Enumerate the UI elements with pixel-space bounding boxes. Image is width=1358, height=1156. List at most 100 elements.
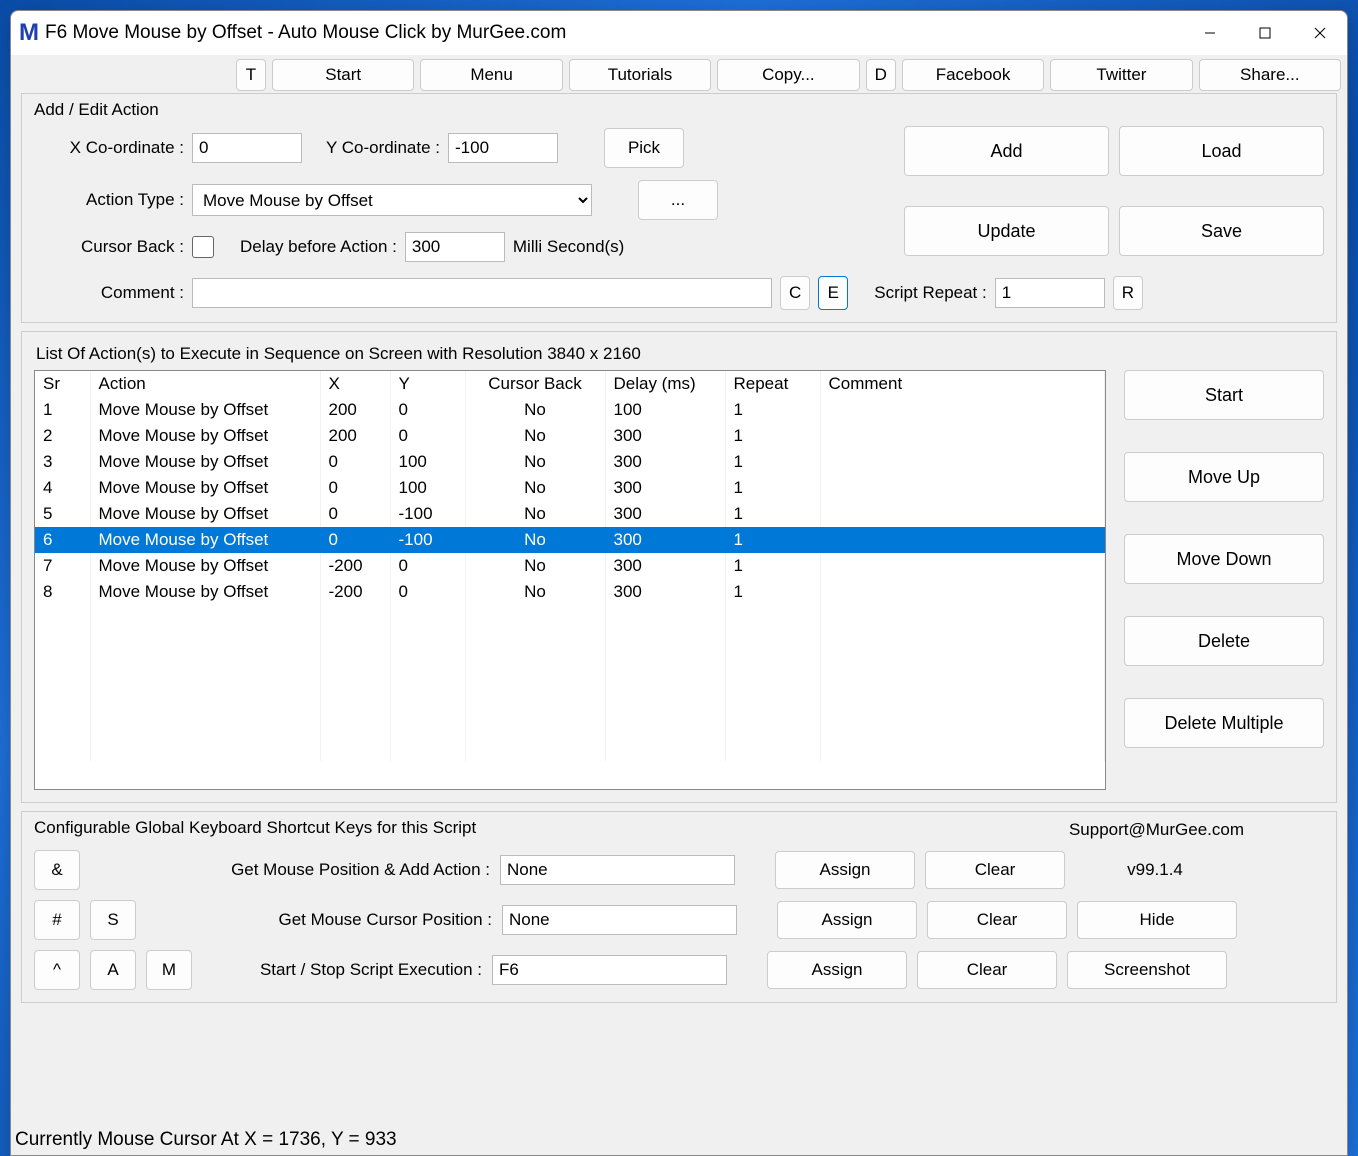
copy-button[interactable]: Copy... <box>717 59 859 91</box>
x-input[interactable] <box>192 133 302 163</box>
table-row[interactable]: 2Move Mouse by Offset2000No3001 <box>35 423 1105 449</box>
x-label: X Co-ordinate : <box>34 138 184 158</box>
status-bar: Currently Mouse Cursor At X = 1736, Y = … <box>11 1123 1347 1155</box>
twitter-button[interactable]: Twitter <box>1050 59 1192 91</box>
share-button[interactable]: Share... <box>1199 59 1341 91</box>
cell-repeat: 1 <box>725 475 820 501</box>
m-button[interactable]: M <box>146 950 192 990</box>
delete-button[interactable]: Delete <box>1124 616 1324 666</box>
table-row[interactable]: 3Move Mouse by Offset0100No3001 <box>35 449 1105 475</box>
cursor-back-label: Cursor Back : <box>34 237 184 257</box>
y-input[interactable] <box>448 133 558 163</box>
cell-cb: No <box>465 449 605 475</box>
y-label: Y Co-ordinate : <box>310 138 440 158</box>
cell-repeat: 1 <box>725 423 820 449</box>
shortcuts-title: Configurable Global Keyboard Shortcut Ke… <box>34 818 476 838</box>
sc-row2-assign[interactable]: Assign <box>777 901 917 939</box>
sc-row3-assign[interactable]: Assign <box>767 951 907 989</box>
sc-row2-clear[interactable]: Clear <box>927 901 1067 939</box>
sc-row1-assign[interactable]: Assign <box>775 851 915 889</box>
table-row[interactable]: 4Move Mouse by Offset0100No3001 <box>35 475 1105 501</box>
sc-row3-clear[interactable]: Clear <box>917 951 1057 989</box>
col-repeat[interactable]: Repeat <box>725 371 820 397</box>
facebook-button[interactable]: Facebook <box>902 59 1044 91</box>
update-button[interactable]: Update <box>904 206 1109 256</box>
cursor-back-checkbox[interactable] <box>192 236 214 258</box>
col-delay[interactable]: Delay (ms) <box>605 371 725 397</box>
cell-comment <box>820 475 1105 501</box>
maximize-button[interactable] <box>1237 11 1292 55</box>
cell-cb: No <box>465 423 605 449</box>
a-button[interactable]: A <box>90 950 136 990</box>
col-y[interactable]: Y <box>390 371 465 397</box>
cell-y: 0 <box>390 397 465 423</box>
comment-label: Comment : <box>34 283 184 303</box>
amp-button[interactable]: & <box>34 850 80 890</box>
tutorials-button[interactable]: Tutorials <box>569 59 711 91</box>
save-button[interactable]: Save <box>1119 206 1324 256</box>
start-button[interactable]: Start <box>1124 370 1324 420</box>
col-cursor-back[interactable]: Cursor Back <box>465 371 605 397</box>
action-type-select[interactable]: Move Mouse by Offset <box>192 184 592 216</box>
cell-comment <box>820 423 1105 449</box>
cell-y: 100 <box>390 475 465 501</box>
delete-multiple-button[interactable]: Delete Multiple <box>1124 698 1324 748</box>
table-row[interactable]: 6Move Mouse by Offset0-100No3001 <box>35 527 1105 553</box>
sc-row2-input[interactable] <box>502 905 737 935</box>
c-button[interactable]: C <box>780 276 810 310</box>
cell-cb: No <box>465 501 605 527</box>
sc-row1-input[interactable] <box>500 855 735 885</box>
caret-button[interactable]: ^ <box>34 950 80 990</box>
col-x[interactable]: X <box>320 371 390 397</box>
hash-button[interactable]: # <box>34 900 80 940</box>
load-button[interactable]: Load <box>1119 126 1324 176</box>
cell-action: Move Mouse by Offset <box>90 449 320 475</box>
script-repeat-input[interactable] <box>995 278 1105 308</box>
hide-button[interactable]: Hide <box>1077 901 1237 939</box>
close-button[interactable] <box>1292 11 1347 55</box>
table-row[interactable]: 1Move Mouse by Offset2000No1001 <box>35 397 1105 423</box>
col-sr[interactable]: Sr <box>35 371 90 397</box>
cell-sr: 7 <box>35 553 90 579</box>
screenshot-button[interactable]: Screenshot <box>1067 951 1227 989</box>
move-up-button[interactable]: Move Up <box>1124 452 1324 502</box>
pick-button[interactable]: Pick <box>604 128 684 168</box>
cell-repeat: 1 <box>725 501 820 527</box>
actions-table-container[interactable]: Sr Action X Y Cursor Back Delay (ms) Rep… <box>34 370 1106 790</box>
comment-input[interactable] <box>192 278 772 308</box>
table-row[interactable]: 5Move Mouse by Offset0-100No3001 <box>35 501 1105 527</box>
delay-label: Delay before Action : <box>240 237 397 257</box>
table-row[interactable]: 7Move Mouse by Offset-2000No3001 <box>35 553 1105 579</box>
cell-x: 0 <box>320 501 390 527</box>
t-button[interactable]: T <box>236 59 266 91</box>
cell-x: 0 <box>320 449 390 475</box>
cell-cb: No <box>465 527 605 553</box>
table-row-empty <box>35 631 1105 657</box>
sc-row1-clear[interactable]: Clear <box>925 851 1065 889</box>
move-down-button[interactable]: Move Down <box>1124 534 1324 584</box>
e-button[interactable]: E <box>818 276 848 310</box>
cell-y: 0 <box>390 579 465 605</box>
cell-repeat: 1 <box>725 397 820 423</box>
cell-x: 200 <box>320 397 390 423</box>
add-button[interactable]: Add <box>904 126 1109 176</box>
table-row[interactable]: 8Move Mouse by Offset-2000No3001 <box>35 579 1105 605</box>
cell-delay: 300 <box>605 553 725 579</box>
col-comment[interactable]: Comment <box>820 371 1105 397</box>
s-button[interactable]: S <box>90 900 136 940</box>
titlebar: M F6 Move Mouse by Offset - Auto Mouse C… <box>11 11 1347 55</box>
d-button[interactable]: D <box>866 59 896 91</box>
r-button[interactable]: R <box>1113 276 1143 310</box>
menu-button[interactable]: Menu <box>420 59 562 91</box>
sc-row1-label: Get Mouse Position & Add Action : <box>210 860 490 880</box>
cell-comment <box>820 397 1105 423</box>
minimize-button[interactable] <box>1182 11 1237 55</box>
support-link[interactable]: Support@MurGee.com <box>1069 820 1324 840</box>
start-top-button[interactable]: Start <box>272 59 414 91</box>
delay-input[interactable] <box>405 232 505 262</box>
col-action[interactable]: Action <box>90 371 320 397</box>
window-title: F6 Move Mouse by Offset - Auto Mouse Cli… <box>45 22 1182 44</box>
sc-row3-input[interactable] <box>492 955 727 985</box>
cell-delay: 300 <box>605 423 725 449</box>
dots-button[interactable]: ... <box>638 180 718 220</box>
